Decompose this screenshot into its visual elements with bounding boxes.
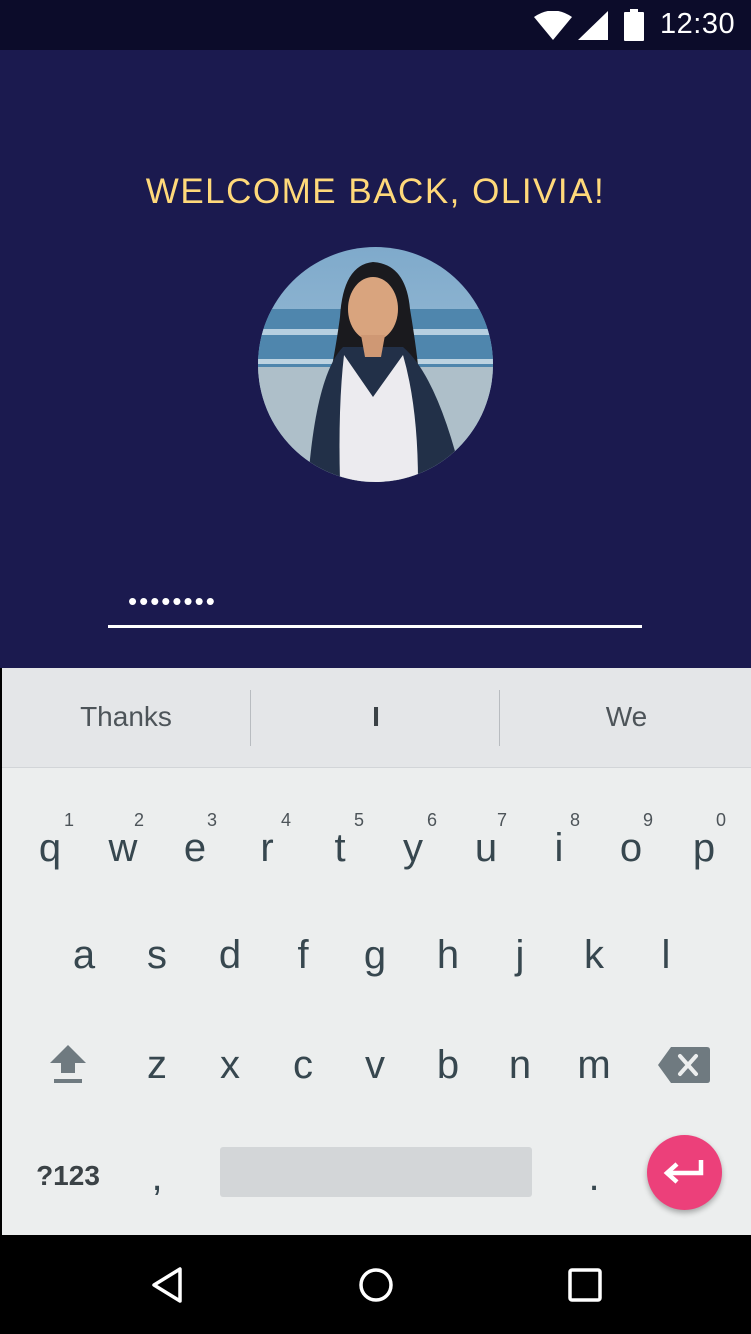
key-c[interactable]: c [267, 1018, 339, 1118]
clock: 12:30 [660, 8, 736, 40]
key-u[interactable]: 7 u [450, 798, 522, 898]
key-label: . [588, 1155, 600, 1199]
key-label: d [218, 933, 242, 977]
key-label: q [38, 826, 62, 870]
key-d[interactable]: d [194, 908, 266, 1008]
key-h[interactable]: h [412, 908, 484, 1008]
key-label: e [183, 826, 207, 870]
key-label: b [436, 1043, 460, 1087]
enter-button[interactable] [647, 1135, 722, 1210]
backspace-key[interactable] [647, 1018, 719, 1118]
key-n[interactable]: n [484, 1018, 556, 1118]
space-bar[interactable] [220, 1147, 532, 1197]
back-icon[interactable] [148, 1265, 188, 1305]
key-m[interactable]: m [558, 1018, 630, 1118]
suggestion-1[interactable]: Thanks [2, 668, 250, 768]
key-z[interactable]: z [121, 1018, 193, 1118]
key-k[interactable]: k [558, 908, 630, 1008]
key-p[interactable]: 0 p [668, 798, 740, 898]
backspace-icon [658, 1047, 710, 1083]
key-label: o [619, 826, 643, 870]
login-screen: WELCOME BACK, OLIVIA! •••••••• [0, 50, 751, 668]
key-label: a [72, 933, 96, 977]
suggestion-3[interactable]: We [502, 668, 751, 768]
key-q[interactable]: 1 q [14, 798, 86, 898]
key-label: h [436, 933, 460, 977]
key-label: x [220, 1043, 240, 1087]
key-label: i [554, 826, 564, 870]
key-a[interactable]: a [48, 908, 120, 1008]
key-label: p [692, 826, 716, 870]
key-label: z [147, 1043, 167, 1087]
key-label: f [297, 933, 309, 977]
key-label: w [108, 826, 138, 870]
navigation-bar [0, 1235, 751, 1334]
key-y[interactable]: 6 y [377, 798, 449, 898]
key-e[interactable]: 3 e [159, 798, 231, 898]
key-r[interactable]: 4 r [231, 798, 303, 898]
key-label: n [508, 1043, 532, 1087]
key-label: m [577, 1043, 611, 1087]
recents-icon[interactable] [565, 1265, 605, 1305]
key-label: , [151, 1155, 163, 1199]
symbols-key[interactable]: ?123 [28, 1125, 108, 1225]
key-label: t [334, 826, 346, 870]
key-label: y [403, 826, 423, 870]
enter-icon [663, 1160, 704, 1184]
welcome-heading: WELCOME BACK, OLIVIA! [145, 172, 606, 211]
key-l[interactable]: l [630, 908, 702, 1008]
key-label: c [293, 1043, 313, 1087]
key-o[interactable]: 9 o [595, 798, 667, 898]
key-label: j [515, 933, 525, 977]
comma-key[interactable]: , [121, 1125, 193, 1225]
key-i[interactable]: 8 i [523, 798, 595, 898]
wifi-icon [534, 11, 572, 40]
key-b[interactable]: b [412, 1018, 484, 1118]
period-key[interactable]: . [558, 1125, 630, 1225]
home-icon[interactable] [356, 1265, 396, 1305]
key-f[interactable]: f [267, 908, 339, 1008]
key-s[interactable]: s [121, 908, 193, 1008]
battery-icon [624, 9, 644, 41]
shift-icon [50, 1045, 86, 1083]
status-bar: 12:30 [0, 0, 751, 50]
suggestion-strip: Thanks I We [2, 668, 751, 768]
key-label: r [260, 826, 274, 870]
key-g[interactable]: g [339, 908, 411, 1008]
key-label: l [661, 933, 671, 977]
key-w[interactable]: 2 w [87, 798, 159, 898]
key-label: g [363, 933, 387, 977]
suggestion-2[interactable]: I [252, 668, 500, 768]
key-label: v [365, 1043, 385, 1087]
password-underline [108, 625, 642, 628]
key-x[interactable]: x [194, 1018, 266, 1118]
key-label: u [474, 826, 498, 870]
keyboard: 1 q 2 w 3 e 4 r 5 t 6 y 7 u 8 i 9 o 0 p … [2, 768, 751, 1235]
cell-signal-icon [578, 11, 608, 40]
key-label: s [147, 933, 167, 977]
suggestion-divider [250, 690, 251, 746]
key-j[interactable]: j [484, 908, 556, 1008]
key-v[interactable]: v [339, 1018, 411, 1118]
shift-key[interactable] [32, 1018, 104, 1118]
password-field[interactable]: •••••••• [128, 586, 217, 617]
avatar [258, 247, 493, 482]
suggestion-divider [499, 690, 500, 746]
key-label: ?123 [36, 1160, 100, 1191]
key-label: k [584, 933, 604, 977]
key-t[interactable]: 5 t [304, 798, 376, 898]
